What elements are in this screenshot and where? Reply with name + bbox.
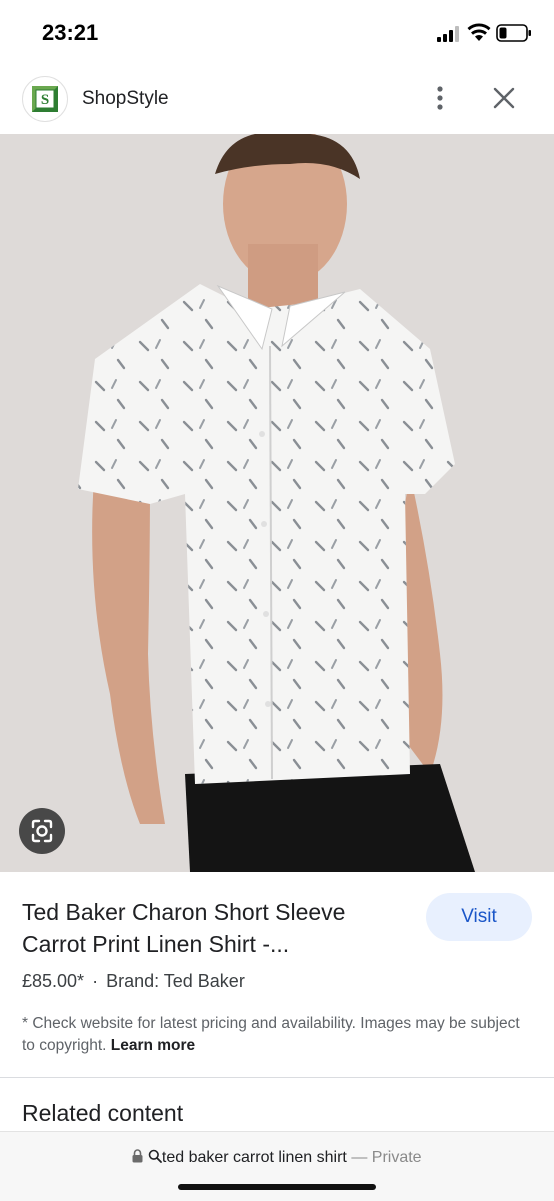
status-bar: 23:21	[0, 0, 554, 66]
lock-icon	[132, 1149, 143, 1163]
more-vert-icon	[437, 86, 443, 110]
url-row[interactable]: ted baker carrot linen shirt — Private	[0, 1149, 554, 1167]
site-name: ShopStyle	[82, 88, 169, 109]
status-time: 23:21	[42, 20, 99, 45]
search-icon	[148, 1149, 162, 1163]
private-label: Private	[371, 1149, 422, 1166]
close-button[interactable]	[488, 82, 520, 114]
lens-icon	[31, 819, 53, 843]
url-dash: —	[351, 1149, 368, 1166]
visit-button[interactable]: Visit	[426, 893, 532, 941]
close-icon	[493, 87, 515, 109]
separator-dot: ·	[92, 971, 99, 991]
learn-more-link[interactable]: Learn more	[111, 1037, 195, 1054]
shopstyle-logo-icon: S	[32, 86, 58, 112]
product-image[interactable]	[0, 134, 554, 872]
more-options-button[interactable]	[424, 80, 456, 116]
brand: Brand: Ted Baker	[106, 971, 245, 991]
disclaimer-text: * Check website for latest pricing and a…	[22, 1015, 520, 1054]
model-wearing-shirt-image	[0, 134, 554, 872]
url-bar[interactable]: ted baker carrot linen shirt — Private	[0, 1131, 554, 1201]
product-title-line-1: Ted Baker Charon Short Sleeve	[22, 899, 346, 925]
product-title[interactable]: Ted Baker Charon Short Sleeve Carrot Pri…	[22, 896, 402, 960]
related-content-heading: Related content	[22, 1100, 184, 1126]
url-query: ted baker carrot linen shirt	[161, 1149, 347, 1166]
wifi-icon	[467, 23, 491, 41]
site-header: S ShopStyle	[0, 66, 554, 134]
price: £85.00*	[22, 971, 85, 991]
product-title-line-2: Carrot Print Linen Shirt -...	[22, 931, 290, 957]
divider	[0, 1077, 554, 1078]
home-indicator[interactable]	[178, 1184, 376, 1190]
price-row: £85.00* · Brand: Ted Baker	[22, 971, 245, 992]
google-lens-button[interactable]	[19, 808, 65, 854]
cellular-signal-icon	[437, 26, 459, 42]
disclaimer: * Check website for latest pricing and a…	[22, 1013, 522, 1057]
battery-icon	[496, 24, 531, 42]
svg-text:S: S	[41, 92, 49, 108]
site-logo[interactable]: S	[22, 76, 68, 122]
